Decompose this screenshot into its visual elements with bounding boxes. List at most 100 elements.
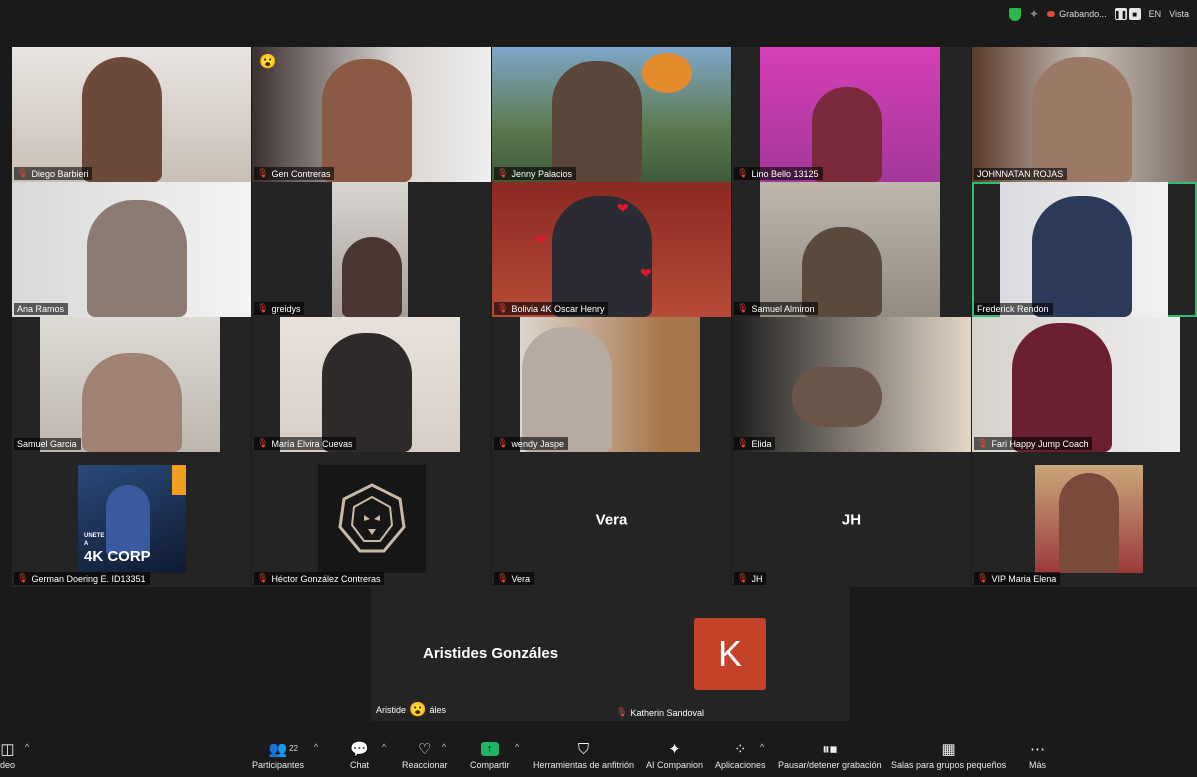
avatar: K — [694, 618, 766, 690]
poster-text-unete: UNETE — [84, 533, 105, 539]
flower-decoration — [642, 53, 692, 93]
apps-chevron-icon[interactable]: ^ — [760, 742, 764, 752]
video-tile[interactable]: 🎙︎ Gen Contreras — [252, 47, 491, 182]
video-tile[interactable]: 🎙︎ Lino Bello 13125 — [732, 47, 971, 182]
react-chevron-icon[interactable]: ^ — [442, 742, 446, 752]
top-bar: ✦ Grabando... ❚❚ ■ EN Vista — [0, 0, 1197, 32]
more-icon: ⋯ — [1030, 741, 1045, 758]
video-tile[interactable]: Vera 🎙︎ Vera — [492, 452, 731, 587]
apps-icon: ⁘ — [733, 741, 747, 758]
encryption-shield-icon[interactable] — [1009, 7, 1022, 21]
participant-name-label: Samuel Garcia — [14, 438, 81, 450]
video-button[interactable]: ◫ deo — [0, 740, 15, 770]
participant-name-label: 🎙︎ German Doering E. ID13351 — [14, 572, 150, 585]
pause-stop-icon: ⏸⏹ — [822, 740, 838, 758]
participant-name-label: 🎙︎ JH — [734, 572, 767, 585]
participant-name-label: 🎙︎ Fari Happy Jump Coach — [974, 437, 1093, 450]
pause-recording-icon[interactable]: ❚❚ — [1114, 8, 1127, 20]
video-tile[interactable]: 🎙︎ greidys — [252, 182, 491, 317]
video-tile[interactable]: Ana Ramos — [12, 182, 251, 317]
muted-mic-icon: 🎙︎ — [616, 707, 628, 717]
surprised-reaction-emoji: 😮 — [259, 53, 277, 69]
video-tile[interactable]: 🎙︎ María Elvira Cuevas — [252, 317, 491, 452]
view-button[interactable]: Vista — [1169, 9, 1189, 19]
surprised-reaction-emoji: 😮 — [409, 701, 427, 717]
poster-badge — [172, 465, 186, 495]
poster-text-a: A — [84, 541, 89, 547]
chat-button[interactable]: 💬 Chat — [350, 740, 369, 770]
participants-icon: 👥 — [268, 741, 288, 758]
muted-mic-icon: 🎙︎ — [257, 168, 269, 178]
language-indicator[interactable]: EN — [1149, 9, 1162, 19]
muted-mic-icon: 🎙︎ — [977, 573, 989, 583]
recording-indicator[interactable]: Grabando... — [1047, 9, 1107, 19]
share-screen-icon: ↑ — [480, 742, 499, 756]
video-tile[interactable]: 🎙︎ Elida — [732, 317, 971, 452]
muted-mic-icon: 🎙︎ — [497, 438, 509, 448]
share-chevron-icon[interactable]: ^ — [515, 742, 519, 752]
muted-mic-icon: 🎙︎ — [497, 573, 509, 583]
recording-controls: ❚❚ ■ — [1114, 8, 1141, 20]
video-tile[interactable]: 🎙︎ Diego Barbieri — [12, 47, 251, 182]
host-tools-button[interactable]: ⛉ Herramientas de anfitrión — [533, 740, 634, 771]
muted-mic-icon: 🎙︎ — [737, 438, 749, 448]
more-button[interactable]: ⋯ Más — [1029, 740, 1046, 770]
participant-figure — [82, 353, 182, 452]
video-tile[interactable]: 🎙︎ Héctor González Contreras — [252, 452, 491, 587]
video-tile[interactable]: UNETE A 4K CORP 🎙︎ German Doering E. ID13… — [12, 452, 251, 587]
participant-name-label: JOHNNATAN ROJAS — [974, 168, 1068, 180]
video-tile[interactable]: 🎙︎ Samuel Almiron — [732, 182, 971, 317]
video-tile-active-speaker[interactable]: Frederick Rendon — [972, 182, 1197, 317]
video-options-chevron-icon[interactable]: ^ — [25, 742, 29, 752]
ai-companion-button[interactable]: ✦ AI Companion — [646, 740, 703, 770]
meeting-toolbar: ◫ deo ^ 👥 Participantes 22 ^ 💬 Chat ^ ♡ … — [0, 734, 1197, 777]
profile-picture: UNETE A 4K CORP — [78, 465, 186, 573]
participant-figure — [1032, 57, 1132, 182]
camera-icon: ◫ — [0, 741, 15, 758]
participants-chevron-icon[interactable]: ^ — [314, 742, 318, 752]
heart-reaction-emoji: ❤ — [640, 265, 652, 281]
participant-name-label: 🎙︎ VIP Maria Elena — [974, 572, 1061, 585]
participant-name-label: 🎙︎ Diego Barbieri — [14, 167, 93, 180]
participants-count: 22 — [289, 744, 298, 753]
video-tile[interactable]: Samuel Garcia — [12, 317, 251, 452]
video-tile[interactable]: JH 🎙︎ JH — [732, 452, 971, 587]
recording-label: Grabando... — [1059, 9, 1107, 19]
apps-button[interactable]: ⁘ Aplicaciones — [715, 740, 766, 770]
muted-mic-icon: 🎙︎ — [17, 573, 29, 583]
video-tile[interactable]: 🎙︎ VIP Maria Elena — [972, 452, 1197, 587]
ai-sparkle-icon: ✦ — [668, 741, 681, 758]
chat-chevron-icon[interactable]: ^ — [382, 742, 386, 752]
participant-center-name: JH — [841, 511, 862, 528]
muted-mic-icon: 🎙︎ — [257, 438, 269, 448]
participant-figure — [1032, 196, 1132, 317]
heart-reaction-emoji: ❤ — [617, 200, 629, 216]
video-tile[interactable]: 🎙︎ Fari Happy Jump Coach — [972, 317, 1197, 452]
participant-center-name: Vera — [595, 511, 628, 528]
participant-name-label: 🎙︎ wendy Jaspe — [494, 437, 568, 450]
video-tile[interactable]: 🎙︎ wendy Jaspe — [492, 317, 731, 452]
participant-name-label: 🎙︎ Gen Contreras — [254, 167, 335, 180]
participant-figure — [812, 87, 882, 182]
ai-sparkle-icon[interactable]: ✦ — [1029, 7, 1039, 21]
stop-recording-icon[interactable]: ■ — [1128, 8, 1141, 20]
participant-figure — [552, 196, 652, 317]
share-button[interactable]: ↑ Compartir — [470, 740, 510, 770]
participant-figure — [792, 367, 882, 427]
pause-stop-recording-button[interactable]: ⏸⏹ Pausar/detener grabación — [778, 740, 882, 771]
participant-figure — [87, 200, 187, 317]
video-tile[interactable]: 🎙︎ Bolivia 4K Oscar Henry — [492, 182, 731, 317]
participant-name-label: Frederick Rendon — [974, 303, 1053, 315]
cloud-record-icon — [1047, 11, 1056, 17]
participant-name-label: Ana Ramos — [14, 303, 69, 315]
participant-figure — [552, 61, 642, 182]
participant-name-label: 🎙︎ Jenny Palacios — [494, 167, 576, 180]
react-button[interactable]: ♡ Reaccionar — [402, 740, 448, 770]
poster-person — [106, 485, 150, 555]
video-tile[interactable]: 🎙︎ Jenny Palacios — [492, 47, 731, 182]
breakout-rooms-button[interactable]: ▦ Salas para grupos pequeños — [891, 740, 1006, 770]
video-tile[interactable]: JOHNNATAN ROJAS — [972, 47, 1197, 182]
lion-logo-icon — [338, 483, 406, 553]
profile-figure — [1059, 473, 1119, 573]
participant-name-label: 🎙︎ Vera — [494, 572, 534, 585]
